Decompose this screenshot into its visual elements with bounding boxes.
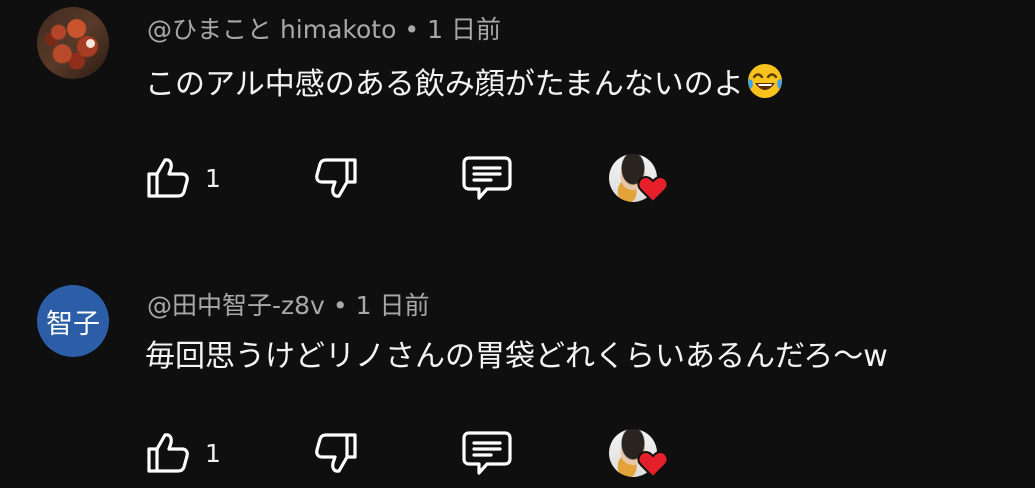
avatar[interactable]: 智子 bbox=[37, 285, 109, 357]
creator-heart bbox=[609, 423, 671, 483]
creator-heart-icon bbox=[637, 450, 669, 479]
comment-author[interactable]: @ひまこと himakoto bbox=[147, 15, 396, 44]
meta-separator: • bbox=[404, 15, 420, 44]
comment-text-content: このアル中感のある飲み顔がたまんないのよ bbox=[145, 67, 744, 102]
thumbs-down-icon bbox=[315, 158, 357, 198]
comment-time[interactable]: 1 日前 bbox=[356, 291, 430, 320]
avatar[interactable] bbox=[37, 7, 109, 79]
like-count: 1 bbox=[205, 438, 221, 468]
thumbs-up-icon bbox=[147, 433, 189, 473]
like-button[interactable]: 1 bbox=[143, 423, 221, 483]
reply-button[interactable] bbox=[461, 148, 513, 208]
creator-heart-icon bbox=[637, 175, 669, 204]
avatar-initials: 智子 bbox=[46, 308, 100, 340]
meta-separator: • bbox=[332, 291, 348, 320]
comment-time[interactable]: 1 日前 bbox=[427, 15, 501, 44]
reply-comment-icon bbox=[462, 156, 512, 200]
dislike-button[interactable] bbox=[313, 423, 361, 483]
comment-text: このアル中感のある飲み顔がたまんないのよ bbox=[145, 62, 784, 110]
like-count: 1 bbox=[205, 163, 221, 193]
comment-text: 毎回思うけどリノさんの胃袋どれくらいあるんだろ〜w bbox=[145, 338, 888, 376]
rolling-laughing-emoji-icon bbox=[746, 62, 784, 110]
reply-comment-icon bbox=[462, 431, 512, 475]
comment-author[interactable]: @田中智子-z8v bbox=[147, 291, 325, 320]
comment-meta: @ひまこと himakoto • 1 日前 bbox=[147, 15, 501, 45]
comment-meta: @田中智子-z8v • 1 日前 bbox=[147, 291, 429, 321]
comment-actions: 1 bbox=[143, 148, 683, 208]
comment-actions: 1 bbox=[143, 423, 683, 483]
like-button[interactable]: 1 bbox=[143, 148, 221, 208]
thumbs-up-icon bbox=[147, 158, 189, 198]
creator-heart bbox=[609, 148, 671, 208]
dislike-button[interactable] bbox=[313, 148, 361, 208]
thumbs-down-icon bbox=[315, 433, 357, 473]
comment-text-content: 毎回思うけどリノさんの胃袋どれくらいあるんだろ〜w bbox=[145, 339, 888, 374]
reply-button[interactable] bbox=[461, 423, 513, 483]
